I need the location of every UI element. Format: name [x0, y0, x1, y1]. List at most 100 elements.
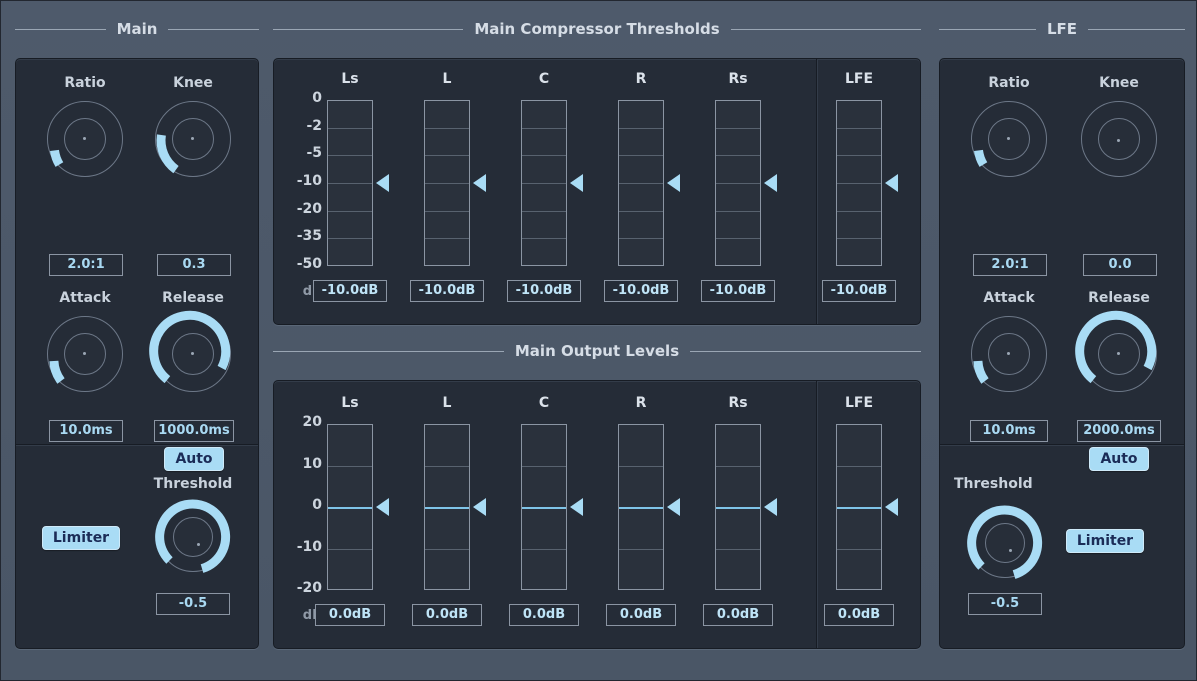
lfe-ratio-readout[interactable]: 2.0:1 [973, 254, 1047, 276]
legend-line-right [168, 28, 259, 30]
main-ratio-label: Ratio [64, 75, 106, 91]
meter-value-readout[interactable]: 0.0dB [412, 604, 482, 626]
meter-axis-label: -10 [296, 538, 322, 555]
legend-line-left [273, 28, 464, 30]
main-attack-knob[interactable] [47, 316, 123, 392]
meter-slider-thumb[interactable] [376, 498, 389, 516]
lfe-release-readout[interactable]: 2000.0ms [1077, 420, 1161, 442]
meter-value-readout[interactable]: 0.0dB [703, 604, 773, 626]
meter-tick-line [837, 238, 881, 239]
meter-axis-label: -20 [296, 200, 322, 217]
meter-channel-label: R [635, 71, 647, 87]
meter-channel-label: L [442, 71, 452, 87]
meter-value-readout[interactable]: -10.0dB [701, 280, 775, 302]
main-threshold-knob[interactable] [155, 499, 231, 573]
main-attack-readout[interactable]: 10.0ms [49, 420, 123, 442]
meter-tick-line [425, 128, 469, 129]
lfe-attack-knob[interactable] [971, 316, 1047, 392]
meter-value-readout[interactable]: -10.0dB [507, 280, 581, 302]
meter-slider-track[interactable] [836, 100, 882, 266]
lfe-knee-readout[interactable]: 0.0 [1083, 254, 1157, 276]
meter-tick-line [716, 211, 760, 212]
meter-slider-thumb[interactable] [570, 174, 583, 192]
meter-value-readout[interactable]: -10.0dB [604, 280, 678, 302]
meter-slider-thumb[interactable] [764, 174, 777, 192]
group-title-output: Main Output Levels [273, 342, 922, 360]
meter-channel-label: R [635, 395, 647, 411]
meter-tick-line [522, 549, 566, 550]
main-release-auto-button[interactable]: Auto [164, 447, 224, 471]
lfe-column-divider [816, 381, 817, 648]
meter-tick-line [837, 183, 881, 184]
main-knee-readout[interactable]: 0.3 [157, 254, 231, 276]
plugin-window: Main Main Compressor Thresholds Main Out… [0, 0, 1197, 681]
meter-value-readout[interactable]: 0.0dB [509, 604, 579, 626]
main-limiter-button[interactable]: Limiter [42, 526, 120, 550]
lfe-release-knob[interactable] [1075, 310, 1157, 392]
meter-tick-line [425, 466, 469, 467]
meter-axis-label: -2 [306, 117, 322, 134]
meter-tick-line [619, 183, 663, 184]
meter-slider-thumb[interactable] [885, 174, 898, 192]
meter-tick-line [716, 238, 760, 239]
meter-slider-track[interactable] [618, 100, 664, 266]
meter-slider-thumb[interactable] [667, 174, 680, 192]
main-panel-divider [16, 444, 258, 445]
meter-tick-line [425, 183, 469, 184]
main-ratio-knob[interactable] [47, 101, 123, 177]
meter-tick-line [328, 211, 372, 212]
meter-value-readout[interactable]: -10.0dB [313, 280, 387, 302]
group-title-lfe-label: LFE [1046, 20, 1078, 38]
meter-channel-label: C [538, 71, 550, 87]
meter-axis-label: -5 [306, 145, 322, 162]
lfe-ratio-knob[interactable] [971, 101, 1047, 177]
main-threshold-readout[interactable]: -0.5 [156, 593, 230, 615]
meter-slider-track[interactable] [424, 100, 470, 266]
meter-tick-line [522, 128, 566, 129]
meter-tick-line [328, 238, 372, 239]
main-ratio-readout[interactable]: 2.0:1 [49, 254, 123, 276]
meter-slider-track[interactable] [715, 424, 761, 590]
meter-tick-line [716, 155, 760, 156]
meter-value-readout[interactable]: -10.0dB [822, 280, 896, 302]
meter-value-readout[interactable]: 0.0dB [824, 604, 894, 626]
meter-slider-track[interactable] [424, 424, 470, 590]
meter-slider-thumb[interactable] [473, 498, 486, 516]
meter-axis-label: -20 [296, 580, 322, 596]
knob-arc [155, 499, 231, 573]
meter-tick-line [716, 128, 760, 129]
meter-value-readout[interactable]: -10.0dB [410, 280, 484, 302]
meter-slider-track[interactable] [836, 424, 882, 590]
lfe-threshold-knob[interactable] [967, 505, 1043, 579]
meter-slider-thumb[interactable] [885, 498, 898, 516]
main-release-readout[interactable]: 1000.0ms [154, 420, 234, 442]
meter-slider-track[interactable] [521, 100, 567, 266]
meter-value-readout[interactable]: 0.0dB [315, 604, 385, 626]
meter-axis-label: -10 [296, 173, 322, 189]
lfe-limiter-button[interactable]: Limiter [1066, 529, 1144, 553]
meter-slider-thumb[interactable] [570, 498, 583, 516]
meter-slider-thumb[interactable] [473, 174, 486, 192]
meter-value-readout[interactable]: 0.0dB [606, 604, 676, 626]
group-title-compressor: Main Compressor Thresholds [273, 20, 922, 38]
lfe-attack-readout[interactable]: 10.0ms [970, 420, 1048, 442]
meter-slider-thumb[interactable] [667, 498, 680, 516]
meter-slider-track[interactable] [327, 100, 373, 266]
lfe-release-auto-button[interactable]: Auto [1089, 447, 1149, 471]
meter-slider-track[interactable] [618, 424, 664, 590]
main-knee-knob[interactable] [155, 101, 231, 177]
meter-slider-thumb[interactable] [764, 498, 777, 516]
meter-tick-line [619, 549, 663, 550]
knob-arc [149, 310, 231, 384]
meter-slider-thumb[interactable] [376, 174, 389, 192]
meter-tick-line [328, 155, 372, 156]
meter-slider-track[interactable] [327, 424, 373, 590]
meter-tick-line [328, 183, 372, 184]
meter-slider-track[interactable] [715, 100, 761, 266]
meter-tick-line [837, 549, 881, 550]
main-release-knob[interactable] [149, 310, 231, 392]
meter-tick-line [837, 211, 881, 212]
meter-slider-track[interactable] [521, 424, 567, 590]
lfe-knee-knob[interactable] [1081, 101, 1157, 177]
lfe-threshold-readout[interactable]: -0.5 [968, 593, 1042, 615]
